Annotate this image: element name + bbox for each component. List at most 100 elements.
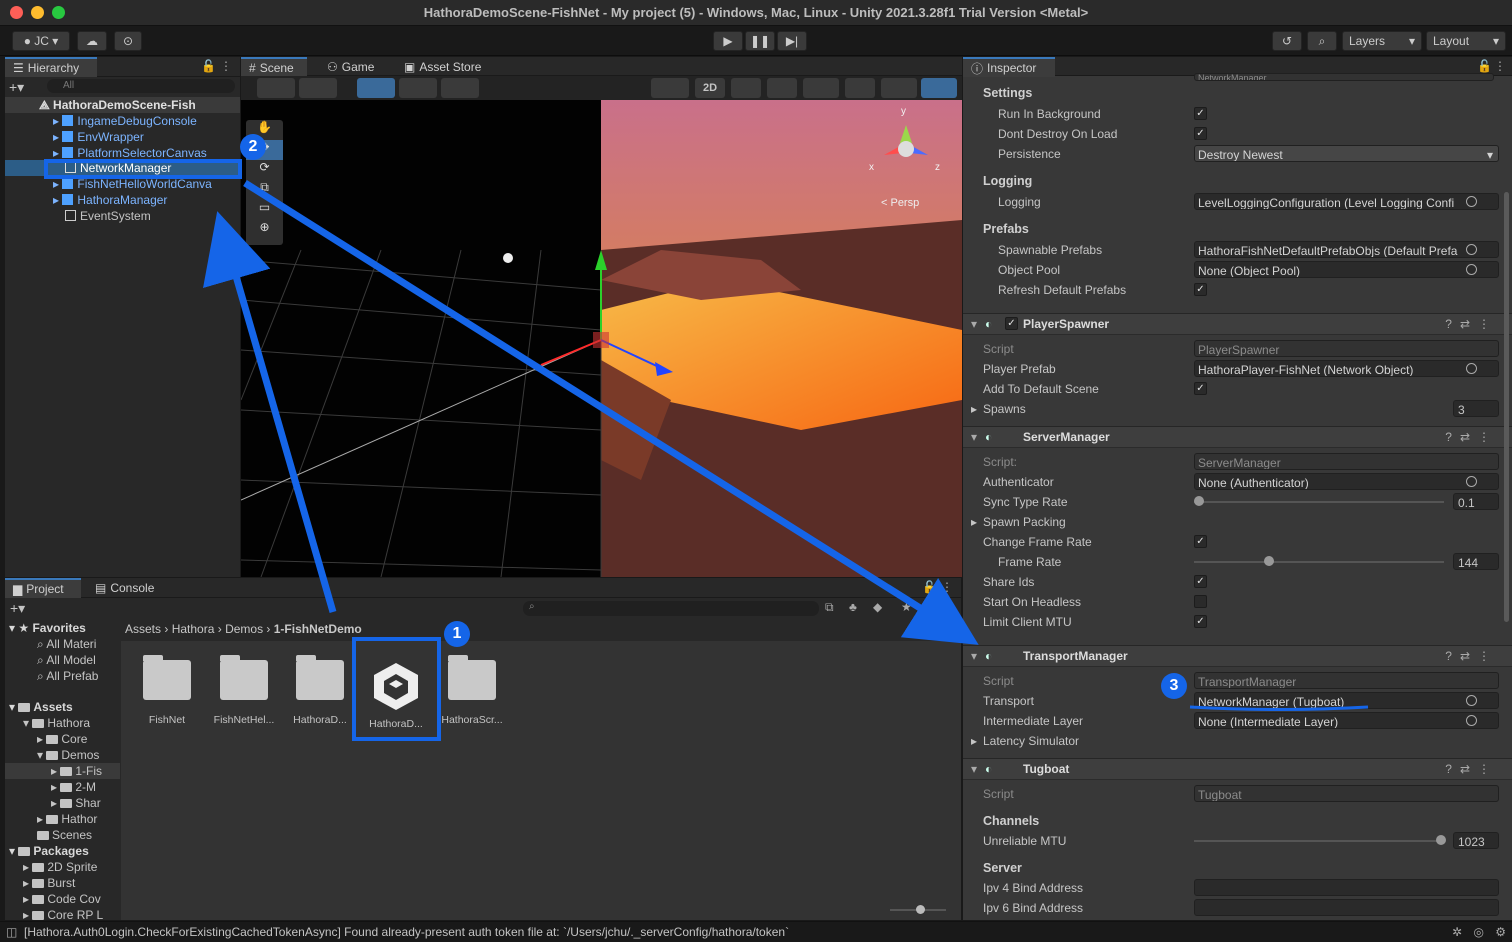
object-picker-icon[interactable] — [1466, 196, 1477, 207]
tree-item[interactable]: ▸ Shar — [5, 795, 120, 811]
tree-item[interactable]: ▸ Core RP L — [5, 907, 120, 920]
hierarchy-item[interactable]: ▸ IngameDebugConsole — [5, 113, 240, 129]
tree-item[interactable]: ⌕ All Model — [5, 652, 120, 668]
more-icon[interactable]: ⋮ — [941, 580, 953, 594]
start-headless-checkbox[interactable] — [1194, 595, 1207, 608]
search-filter-icon[interactable]: ⧉ — [825, 600, 834, 615]
slider-knob[interactable] — [1264, 556, 1274, 566]
component-actions-icon[interactable]: ?⇄⋮ — [1445, 646, 1498, 667]
breadcrumb-item[interactable]: Hathora — [172, 622, 215, 636]
hierarchy-item[interactable]: ▸ HathoraManager — [5, 192, 240, 208]
tree-item-selected[interactable]: ▸ 1-Fis — [5, 763, 120, 779]
tree-item[interactable]: ▾ Hathora — [5, 715, 120, 731]
tree-item[interactable]: ▸ Burst — [5, 875, 120, 891]
mode-2d-button[interactable]: 2D — [695, 78, 725, 98]
scale-tool-icon[interactable]: ⧉ — [246, 180, 283, 200]
enabled-checkbox[interactable]: ✓ — [1005, 317, 1018, 330]
step-button[interactable]: ▶| — [777, 31, 807, 51]
refresh-checkbox[interactable]: ✓ — [1194, 283, 1207, 296]
bug-icon[interactable]: ✲ — [1452, 922, 1462, 942]
change-frame-rate-checkbox[interactable]: ✓ — [1194, 535, 1207, 548]
pause-button[interactable]: ❚❚ — [745, 31, 775, 51]
tab-scene[interactable]: # Scene — [241, 57, 307, 77]
tree-item[interactable]: ▸ Code Cov — [5, 891, 120, 907]
favorite-icon[interactable]: ★ — [901, 600, 912, 614]
sync-type-rate-slider[interactable] — [1194, 496, 1444, 506]
camera-icon[interactable] — [881, 78, 917, 98]
gizmos-icon[interactable] — [921, 78, 957, 98]
project-search-input[interactable]: ⌕ — [523, 601, 819, 616]
transform-tool-icon[interactable]: ⊕ — [246, 220, 283, 240]
authenticator-field[interactable]: None (Authenticator) — [1194, 473, 1499, 490]
persp-label[interactable]: < Persp — [881, 197, 919, 209]
unreliable-mtu-slider[interactable] — [1194, 835, 1446, 845]
asset-folder[interactable]: FishNetHel... — [204, 655, 284, 726]
tab-console[interactable]: ▤ Console — [87, 578, 162, 598]
inspector-scrollbar[interactable] — [1504, 192, 1509, 622]
scene-root-row[interactable]: ⟁ HathoraDemoScene-Fish — [5, 97, 240, 113]
type-filter-icon[interactable]: ♣ — [849, 600, 857, 614]
settings-icon[interactable]: ⚙ — [1495, 922, 1506, 942]
component-tugboat[interactable]: ▾ ◐ Tugboat ?⇄⋮ — [963, 758, 1512, 780]
tree-favorites[interactable]: ▾ ★ Favorites — [5, 620, 120, 636]
object-picker-icon[interactable] — [1466, 264, 1477, 275]
tab-hierarchy[interactable]: ☰ Hierarchy — [5, 57, 97, 77]
ruler-icon[interactable] — [441, 78, 479, 98]
search-icon[interactable]: ⌕ — [1307, 31, 1337, 51]
hierarchy-search-input[interactable]: All — [47, 79, 235, 93]
slider-knob[interactable] — [916, 905, 925, 914]
tab-asset-store[interactable]: ▣ Asset Store — [396, 57, 489, 77]
spawnable-field[interactable]: HathoraFishNetDefaultPrefabObjs (Default… — [1194, 241, 1499, 258]
object-picker-icon[interactable] — [1466, 476, 1477, 487]
ipv6-input[interactable] — [1194, 899, 1499, 916]
limit-mtu-checkbox[interactable]: ✓ — [1194, 615, 1207, 628]
layers-dropdown[interactable]: Layers ▾ — [1342, 31, 1422, 51]
more-icon[interactable]: ⋮ — [220, 59, 232, 73]
row-spawn-packing[interactable]: ▸ Spawn Packing — [971, 513, 1493, 531]
lock-icon[interactable]: 🔓 — [922, 580, 937, 594]
transport-field[interactable]: NetworkManager (Tugboat) — [1194, 692, 1499, 709]
logging-field[interactable]: LevelLoggingConfiguration (Level Logging… — [1194, 193, 1499, 210]
breadcrumb-item[interactable]: Demos — [225, 622, 263, 636]
tree-item[interactable]: ▸ Hathor — [5, 811, 120, 827]
object-picker-icon[interactable] — [1466, 715, 1477, 726]
component-transport-manager[interactable]: ▾ ◐ TransportManager ?⇄⋮ — [963, 645, 1512, 667]
asset-folder[interactable]: HathoraScr... — [432, 655, 512, 726]
render-mode-dropdown[interactable] — [299, 78, 337, 98]
component-server-manager[interactable]: ▾ ◐ ServerManager ?⇄⋮ — [963, 426, 1512, 448]
row-spawns[interactable]: ▸ Spawns 3 — [971, 400, 1499, 418]
visibility-icon[interactable] — [845, 78, 875, 98]
persistence-dropdown[interactable]: Destroy Newest ▾ — [1194, 145, 1499, 162]
audio-icon[interactable] — [767, 78, 797, 98]
tree-item[interactable]: ▸ Core — [5, 731, 120, 747]
rotate-tool-icon[interactable]: ⟳ — [246, 160, 283, 180]
slider-knob[interactable] — [1436, 835, 1446, 845]
add-default-checkbox[interactable]: ✓ — [1194, 382, 1207, 395]
snap-increment-icon[interactable] — [399, 78, 437, 98]
object-picker-icon[interactable] — [1466, 363, 1477, 374]
progress-icon[interactable]: ◎ — [1474, 922, 1484, 942]
tree-item[interactable]: ⌕ All Prefab — [5, 668, 120, 684]
share-ids-checkbox[interactable]: ✓ — [1194, 575, 1207, 588]
component-player-spawner[interactable]: ▾ ◐ ✓ PlayerSpawner ?⇄⋮ — [963, 313, 1512, 335]
spawns-count[interactable]: 3 — [1453, 400, 1499, 417]
play-button[interactable]: ▶ — [713, 31, 743, 51]
component-actions-icon[interactable]: ?⇄⋮ — [1445, 427, 1498, 448]
tree-item[interactable]: Scenes — [5, 827, 120, 843]
intermediate-field[interactable]: None (Intermediate Layer) — [1194, 712, 1499, 729]
player-prefab-field[interactable]: HathoraPlayer-FishNet (Network Object) — [1194, 360, 1499, 377]
slider-knob[interactable] — [1194, 496, 1204, 506]
component-actions-icon[interactable]: ?⇄⋮ — [1445, 314, 1498, 335]
history-icon[interactable]: ↺ — [1272, 31, 1302, 51]
component-actions-icon[interactable]: ?⇄⋮ — [1445, 759, 1498, 780]
object-pool-field[interactable]: None (Object Pool) — [1194, 261, 1499, 278]
cloud-icon[interactable]: ☁ — [77, 31, 107, 51]
hierarchy-item[interactable]: ▸ EnvWrapper — [5, 129, 240, 145]
tree-packages[interactable]: ▾ Packages — [5, 843, 120, 859]
object-picker-icon[interactable] — [1466, 695, 1477, 706]
layout-dropdown[interactable]: Layout ▾ — [1426, 31, 1506, 51]
object-picker-icon[interactable] — [1466, 244, 1477, 255]
tab-game[interactable]: ⚇ Game — [319, 57, 382, 77]
tree-item[interactable]: ▸ 2D Sprite — [5, 859, 120, 875]
hierarchy-item[interactable]: EventSystem — [5, 208, 240, 224]
